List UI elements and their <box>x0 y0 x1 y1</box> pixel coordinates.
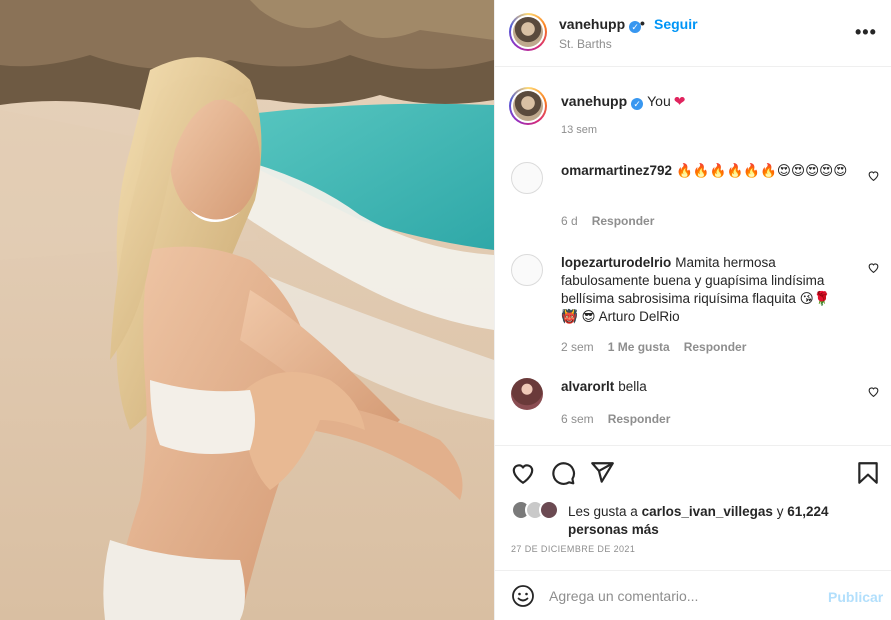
comment-time[interactable]: 6 d <box>561 214 578 228</box>
post-location[interactable]: St. Barths <box>559 37 612 51</box>
add-comment-bar: Publicar <box>495 570 891 620</box>
liker-avatar[interactable] <box>539 500 559 520</box>
comment-meta: 6 sem Responder <box>561 412 684 426</box>
author-avatar[interactable] <box>509 13 547 51</box>
author-username[interactable]: vanehupp ✓ <box>559 16 642 33</box>
comment-icon[interactable] <box>550 460 576 486</box>
smiley-icon[interactable] <box>511 584 535 608</box>
comment-meta: 2 sem 1 Me gusta Responder <box>561 340 760 354</box>
post-date[interactable]: 27 DE DICIEMBRE DE 2021 <box>511 544 635 554</box>
comment-meta: 6 d Responder <box>561 214 668 228</box>
comment-time[interactable]: 2 sem <box>561 340 594 354</box>
header-separator: • <box>640 15 645 31</box>
paper-plane-icon[interactable] <box>589 460 615 486</box>
comment-input[interactable] <box>549 585 819 607</box>
commenter-avatar[interactable] <box>511 254 543 286</box>
small-heart-icon[interactable] <box>867 261 880 274</box>
comment-username[interactable]: omarmartinez792 <box>561 163 672 178</box>
likes-conj: y <box>776 504 784 519</box>
comment-likes-count[interactable]: 1 Me gusta <box>608 340 670 354</box>
reply-button[interactable]: Responder <box>608 412 671 426</box>
caption-text: You <box>647 93 671 109</box>
comments-list[interactable]: vanehupp ✓ You ❤ 13 sem omarmartinez792 🔥🔥🔥🔥… <box>495 68 891 444</box>
comment-text: 🔥🔥🔥🔥🔥🔥😍😍😍😍😍 <box>676 163 848 178</box>
reply-button[interactable]: Responder <box>684 340 747 354</box>
comment-username[interactable]: alvarorlt <box>561 379 614 394</box>
comment-body: lopezarturodelrio Mamita hermosa fabulosa… <box>561 254 846 326</box>
commenter-avatar[interactable] <box>511 378 543 410</box>
comment-username[interactable]: lopezarturodelrio <box>561 255 671 270</box>
caption-username[interactable]: vanehupp <box>561 93 627 109</box>
caption-avatar[interactable] <box>509 87 547 125</box>
red-heart-emoji: ❤ <box>673 93 686 109</box>
post-header: vanehupp ✓ • Seguir St. Barths ••• <box>495 0 891 67</box>
comment-text: bella <box>618 379 647 394</box>
post-photo-image <box>0 0 494 620</box>
likes-summary: Les gusta a carlos_ivan_villegas y 61,22… <box>568 503 878 539</box>
more-options-icon[interactable]: ••• <box>855 22 877 43</box>
post-actions: Les gusta a carlos_ivan_villegas y 61,22… <box>495 445 891 569</box>
likes-prefix: Les gusta a <box>568 504 638 519</box>
comment-time[interactable]: 6 sem <box>561 412 594 426</box>
verified-badge-icon: ✓ <box>631 98 644 110</box>
caption-line: vanehupp ✓ You ❤ <box>561 93 685 110</box>
author-username-text[interactable]: vanehupp <box>559 16 625 32</box>
comment-body: omarmartinez792 🔥🔥🔥🔥🔥🔥😍😍😍😍😍 <box>561 162 851 180</box>
follow-button[interactable]: Seguir <box>654 16 698 32</box>
comment-body: alvarorlt bella <box>561 378 851 396</box>
post-sidebar: vanehupp ✓ • Seguir St. Barths ••• vanehu… <box>494 0 891 620</box>
bookmark-icon[interactable] <box>855 460 881 486</box>
caption-time[interactable]: 13 sem <box>561 124 597 136</box>
publish-button[interactable]: Publicar <box>828 589 883 605</box>
reply-button[interactable]: Responder <box>592 214 655 228</box>
liker-username[interactable]: carlos_ivan_villegas <box>642 504 773 519</box>
small-heart-icon[interactable] <box>867 385 880 398</box>
commenter-avatar[interactable] <box>511 162 543 194</box>
post-photo[interactable] <box>0 0 494 620</box>
small-heart-icon[interactable] <box>867 169 880 182</box>
heart-icon[interactable] <box>510 460 536 486</box>
